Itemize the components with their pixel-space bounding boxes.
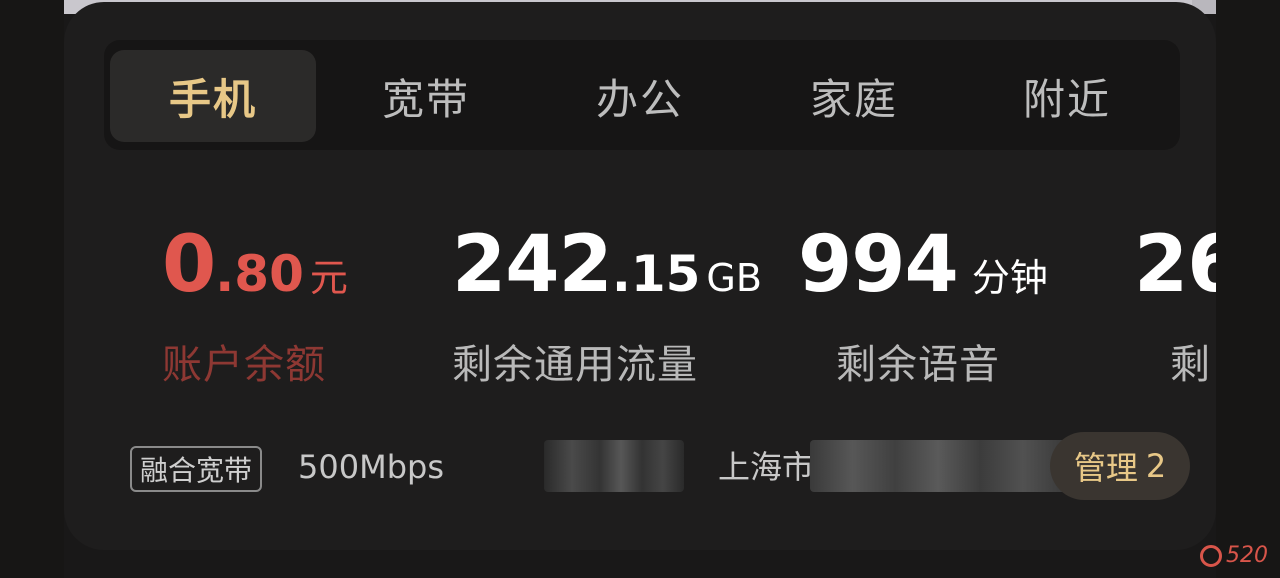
data-unit: GB	[706, 256, 762, 300]
watermark: 520	[1200, 543, 1268, 568]
right-edge	[1216, 0, 1280, 578]
stat-sms[interactable]: 26 剩	[1134, 220, 1216, 390]
left-edge	[0, 0, 64, 578]
broadband-city: 上海市	[718, 448, 815, 486]
watermark-text: 520	[1226, 543, 1268, 568]
data-int: 242	[452, 220, 613, 310]
voice-unit: 分钟	[971, 256, 1048, 300]
manage-label: 管理	[1073, 449, 1138, 487]
tab-phone[interactable]: 手机	[110, 50, 316, 142]
stat-data[interactable]: 242 .15 GB 剩余通用流量	[452, 220, 762, 390]
balance-unit: 元	[309, 256, 348, 300]
broadband-speed: 500Mbps	[298, 448, 444, 486]
balance-label: 账户余额	[162, 342, 326, 388]
voice-int: 994	[798, 220, 959, 310]
balance-int: 0	[162, 220, 216, 310]
broadband-row: 融合宽带 500Mbps 上海市 管理 2	[130, 432, 1190, 502]
tab-office[interactable]: 办公	[537, 50, 743, 142]
stat-balance[interactable]: 0 .80 元 账户余额	[162, 220, 348, 390]
redacted-account	[544, 440, 684, 492]
fusion-broadband-tag: 融合宽带	[130, 446, 263, 492]
tab-broadband[interactable]: 宽带	[323, 50, 529, 142]
category-tabs: 手机 宽带 办公 家庭 附近	[104, 40, 1180, 150]
watermark-logo-icon	[1200, 544, 1222, 567]
balance-dec: .80	[215, 245, 304, 303]
voice-label: 剩余语音	[836, 342, 1000, 388]
stat-voice[interactable]: 994 分钟 剩余语音	[798, 220, 1048, 390]
manage-count: 2	[1145, 447, 1167, 485]
data-label: 剩余通用流量	[452, 342, 698, 388]
sms-label: 剩	[1170, 342, 1211, 388]
tab-home[interactable]: 家庭	[751, 50, 957, 142]
manage-button[interactable]: 管理 2	[1050, 432, 1190, 500]
sms-int: 26	[1134, 220, 1216, 310]
tab-nearby[interactable]: 附近	[964, 50, 1170, 142]
account-card: 手机 宽带 办公 家庭 附近 0 .80 元 账户余额 242 .15 GB 剩…	[64, 2, 1216, 550]
data-dec: .15	[611, 245, 701, 303]
